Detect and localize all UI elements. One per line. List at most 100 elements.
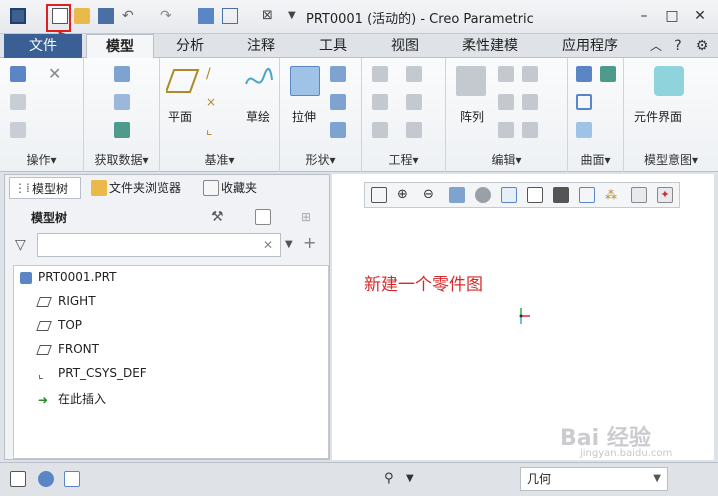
zoom-in-icon[interactable]: ⊕ xyxy=(397,187,413,203)
extrude-icon[interactable] xyxy=(290,66,320,96)
regenerate-icon[interactable] xyxy=(198,8,214,24)
window-icon[interactable] xyxy=(10,8,26,24)
open-folder-icon[interactable] xyxy=(74,8,90,24)
clear-search-icon[interactable]: ✕ xyxy=(263,237,279,253)
sketch-icon[interactable] xyxy=(244,66,274,96)
component-interface-icon[interactable] xyxy=(654,66,684,96)
tree-node-top[interactable]: TOP xyxy=(36,318,82,332)
tab-view[interactable]: 视图 xyxy=(370,34,440,58)
find-dropdown-icon[interactable]: ▼ xyxy=(406,471,422,487)
tab-model[interactable]: 模型 xyxy=(86,34,154,59)
filter-settings-icon[interactable]: ⊞ xyxy=(301,209,317,225)
delete-icon[interactable]: ✕ xyxy=(48,66,64,82)
pattern-icon[interactable] xyxy=(456,66,486,96)
freestyle-icon[interactable] xyxy=(576,122,592,138)
draft-icon[interactable] xyxy=(406,122,422,138)
group-surfaces-label[interactable]: 曲面▾ xyxy=(568,151,623,168)
merge-icon[interactable] xyxy=(498,94,514,110)
settings-icon[interactable]: ⚙ xyxy=(692,36,712,56)
close-button[interactable]: ✕ xyxy=(690,6,710,26)
show-icon[interactable] xyxy=(255,209,271,225)
plane-icon[interactable] xyxy=(166,66,200,96)
fill-surface-icon[interactable] xyxy=(576,66,592,82)
point-icon[interactable]: × xyxy=(206,94,222,110)
group-model-intent-label[interactable]: 模型意图▾ xyxy=(624,151,718,168)
display-style-icon[interactable] xyxy=(527,187,543,203)
sweep-icon[interactable] xyxy=(330,94,346,110)
chamfer-icon[interactable] xyxy=(406,94,422,110)
saved-orientations-icon[interactable] xyxy=(501,187,517,203)
copy-icon[interactable] xyxy=(10,94,26,110)
shell-icon[interactable] xyxy=(372,94,388,110)
extrude-button-label[interactable]: 拉伸 xyxy=(292,108,316,125)
tab-folder-browser[interactable]: 文件夹浏览器 xyxy=(87,177,195,199)
zoom-out-icon[interactable]: ⊖ xyxy=(423,187,439,203)
view-manager-icon[interactable] xyxy=(475,187,491,203)
regenerate-icon[interactable] xyxy=(10,66,26,82)
group-datum-label[interactable]: 基准▾ xyxy=(160,151,279,168)
tree-node-right[interactable]: RIGHT xyxy=(36,294,96,308)
offset-icon[interactable] xyxy=(498,122,514,138)
boundary-blend-icon[interactable] xyxy=(600,66,616,82)
browser-toggle-icon[interactable] xyxy=(38,471,54,487)
search-dropdown-icon[interactable]: ▼ xyxy=(285,237,301,253)
round-icon[interactable] xyxy=(406,66,422,82)
pattern-button-label[interactable]: 阵列 xyxy=(460,108,484,125)
tree-node-insert-here[interactable]: ➜ 在此插入 xyxy=(38,390,106,407)
repaint-icon[interactable] xyxy=(449,187,465,203)
extend-icon[interactable] xyxy=(522,66,538,82)
swept-blend-icon[interactable] xyxy=(330,122,346,138)
tab-favorites[interactable]: 收藏夹 xyxy=(199,177,271,199)
add-icon[interactable]: + xyxy=(303,235,319,251)
tab-model-tree[interactable]: ⋮⁞ 模型树 xyxy=(9,177,81,199)
group-get-data-label[interactable]: 获取数据▾ xyxy=(84,151,159,168)
shrinkwrap-icon[interactable] xyxy=(114,122,130,138)
search-input[interactable] xyxy=(37,233,281,257)
perspective-icon[interactable] xyxy=(553,187,569,203)
full-screen-icon[interactable] xyxy=(64,471,80,487)
find-icon[interactable]: ⚲ xyxy=(384,471,400,487)
undo-icon[interactable]: ↶ xyxy=(122,8,138,24)
windows-icon[interactable] xyxy=(222,8,238,24)
tree-node-front[interactable]: FRONT xyxy=(36,342,99,356)
thicken-icon[interactable] xyxy=(522,122,538,138)
mirror-icon[interactable] xyxy=(498,66,514,82)
group-editing-label[interactable]: 编辑▾ xyxy=(446,151,567,168)
navigator-toggle-icon[interactable] xyxy=(10,471,26,487)
graphics-window[interactable]: ⊕ ⊖ ⁂ ✦ 新建一个零件图 xyxy=(332,174,714,460)
plane-button-label[interactable]: 平面 xyxy=(168,108,192,125)
tab-analysis[interactable]: 分析 xyxy=(156,34,224,58)
axis-icon[interactable]: / xyxy=(206,66,222,82)
tree-node-csys[interactable]: ⌞ PRT_CSYS_DEF xyxy=(38,366,147,381)
maximize-button[interactable]: □ xyxy=(662,6,682,26)
tab-file[interactable]: 文件 xyxy=(4,34,82,58)
save-icon[interactable] xyxy=(98,8,114,24)
style-icon[interactable] xyxy=(576,94,592,110)
redo-icon[interactable]: ↷ xyxy=(160,8,176,24)
paste-icon[interactable] xyxy=(10,122,26,138)
revolve-icon[interactable] xyxy=(330,66,346,82)
refit-icon[interactable] xyxy=(371,187,387,203)
tree-node-part[interactable]: PRT0001.PRT xyxy=(20,270,116,284)
csys-icon[interactable]: ⌞ xyxy=(206,122,222,138)
tab-tools[interactable]: 工具 xyxy=(298,34,368,58)
tab-flexible-modeling[interactable]: 柔性建模 xyxy=(442,34,538,58)
close-window-icon[interactable]: ⊠ xyxy=(262,8,278,24)
sketch-button-label[interactable]: 草绘 xyxy=(246,108,270,125)
tools-icon[interactable]: ⚒ xyxy=(211,209,227,225)
group-engineering-label[interactable]: 工程▾ xyxy=(362,151,445,168)
annotation-display-icon[interactable] xyxy=(631,187,647,203)
trim-icon[interactable] xyxy=(522,94,538,110)
help-icon[interactable]: ? xyxy=(668,36,688,56)
group-shapes-label[interactable]: 形状▾ xyxy=(280,151,361,168)
minimize-button[interactable]: – xyxy=(634,6,654,26)
datum-display-icon[interactable]: ⁂ xyxy=(605,187,621,203)
tab-annotate[interactable]: 注释 xyxy=(226,34,296,58)
component-interface-button-label[interactable]: 元件界面 xyxy=(634,108,682,125)
copy-geometry-icon[interactable] xyxy=(114,94,130,110)
user-defined-feature-icon[interactable] xyxy=(114,66,130,82)
hole-icon[interactable] xyxy=(372,66,388,82)
rib-icon[interactable] xyxy=(372,122,388,138)
group-operations-label[interactable]: 操作▾ xyxy=(0,151,83,168)
section-icon[interactable] xyxy=(579,187,595,203)
